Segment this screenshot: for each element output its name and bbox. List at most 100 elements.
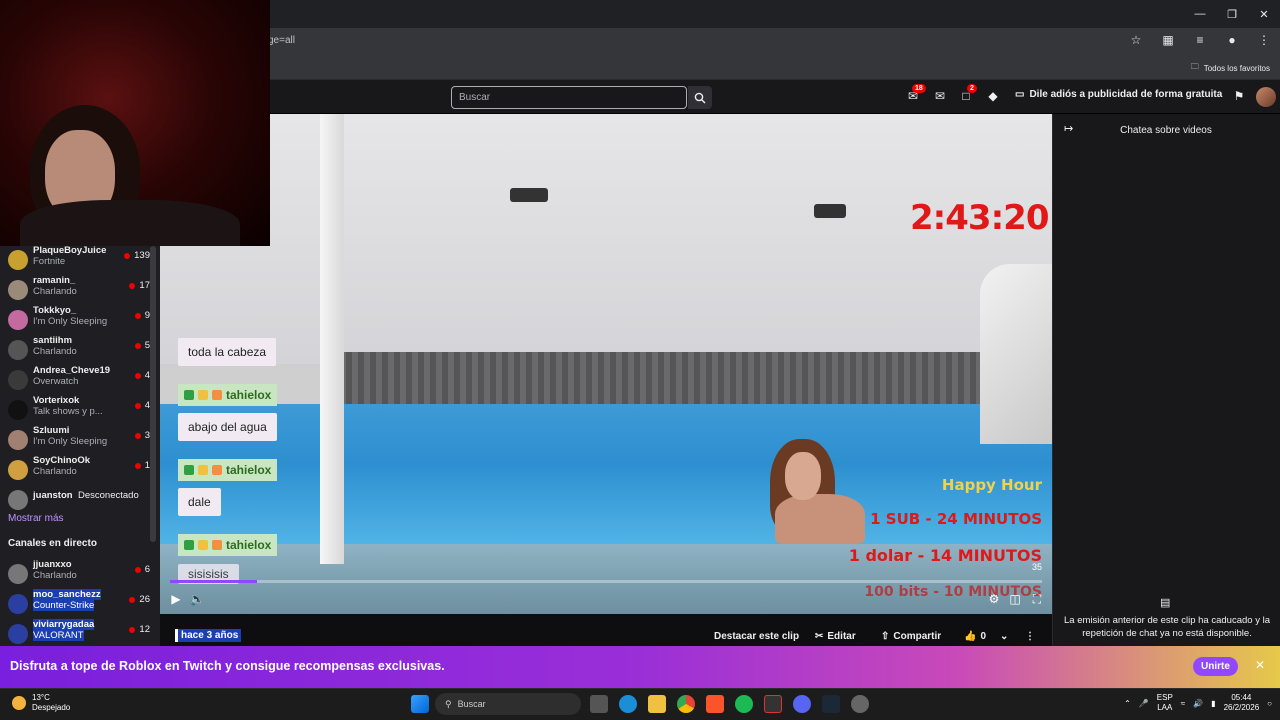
sidebar-channel[interactable]: ramanin_ Charlando 17 (0, 275, 160, 305)
extensions-icon[interactable]: ▦ (1160, 33, 1176, 47)
file-explorer-icon[interactable] (648, 695, 666, 713)
highlight-clip-button[interactable]: Destacar este clip (714, 631, 799, 642)
channel-category: Counter-Strike (33, 600, 95, 611)
wifi-icon[interactable]: ≈ (1181, 699, 1185, 708)
profile-icon[interactable]: ● (1224, 33, 1240, 47)
microphone-icon[interactable]: 🎤 (1139, 699, 1149, 708)
search-button[interactable] (688, 86, 712, 109)
video-wall (160, 114, 1052, 364)
sidebar-channel[interactable]: PlaqueBoyJuice Fortnite 139 (0, 245, 160, 275)
steam-icon[interactable] (822, 695, 840, 713)
taskbar (0, 688, 1280, 720)
chrome-icon[interactable] (677, 695, 695, 713)
restore-icon[interactable]: ❐ (1216, 0, 1248, 28)
speaker-icon[interactable]: 🔊 (1193, 699, 1203, 708)
taskbar-search-label: Buscar (457, 699, 486, 709)
sidebar-channel[interactable]: moo_sanchezz Counter-Strike 26 (0, 589, 160, 619)
minimize-icon[interactable]: — (1184, 0, 1216, 28)
progress-track[interactable] (170, 580, 1042, 583)
brave-icon[interactable] (706, 695, 724, 713)
channel-name: Szluumi (33, 425, 70, 436)
more-options-icon[interactable]: ⋮ (1025, 631, 1035, 642)
scissors-icon: ✂ (815, 631, 824, 642)
sidebar-channel-offline[interactable]: juanston Desconectado (0, 485, 160, 515)
weather-widget[interactable]: 13°C Despejado (12, 693, 70, 713)
chat-pane (1052, 114, 1280, 646)
volume-icon[interactable]: 🔈 (189, 592, 205, 608)
streaming-app-icon[interactable] (764, 695, 782, 713)
chevron-down-icon[interactable]: ⌄ (1000, 631, 1008, 642)
search-icon: ⚲ (445, 698, 452, 709)
viewer-count: 9 (135, 310, 150, 321)
channel-avatar (8, 280, 28, 300)
channel-name: santiihm (33, 335, 73, 346)
theatre-mode-icon[interactable]: ◫ (1007, 592, 1023, 608)
channel-category: Charlando (33, 570, 77, 581)
pool-water (160, 404, 1052, 554)
show-more-link[interactable]: Mostrar más (8, 513, 64, 524)
overlay-chat-user: tahielox (178, 459, 278, 481)
taskbar-search[interactable]: ⚲ Buscar (435, 693, 581, 715)
channel-category: VALORANT (33, 630, 84, 641)
channel-category: Charlando (33, 286, 77, 297)
sidebar-channel[interactable]: Szluumi I'm Only Sleeping 3 (0, 425, 160, 455)
sidebar-channel[interactable]: viviarrygadaa VALORANT 12 (0, 619, 160, 649)
all-favorites[interactable]: 🗀 Todos los favoritos (1191, 61, 1270, 75)
fullscreen-icon[interactable]: ⛶ (1029, 592, 1045, 608)
sidebar-channel[interactable]: Tokkkyo_ I'm Only Sleeping 9 (0, 305, 160, 335)
search-input[interactable]: Buscar (451, 86, 687, 109)
translate-icon[interactable]: ⚑ (1231, 89, 1247, 105)
offline-status: Desconectado (78, 490, 139, 501)
sidebar-channel[interactable]: jjuanxxo Charlando 6 (0, 559, 160, 589)
channel-avatar (8, 400, 28, 420)
sidebar-channel[interactable]: Andrea_Cheve19 Overwatch 4 (0, 365, 160, 395)
close-banner-icon[interactable]: ✕ (1255, 658, 1265, 672)
video-player[interactable]: 2:43:20 Happy Hour 1 SUB - 24 MINUTOS 1 … (160, 114, 1052, 614)
notifications-center-icon[interactable]: ○ (1267, 699, 1272, 708)
spotify-icon[interactable] (735, 695, 753, 713)
user-avatar[interactable] (1256, 87, 1276, 107)
channel-name: Tokkkyo_ (33, 305, 77, 316)
settings-icon[interactable]: ⚙ (986, 592, 1002, 608)
live-channels-header: Canales en directo (8, 538, 97, 549)
language-indicator[interactable]: ESP LAA (1157, 693, 1173, 713)
task-view-icon[interactable] (590, 695, 608, 713)
sidebar-channel[interactable]: SoyChinoOk Charlando 1 (0, 455, 160, 485)
channel-category: Fortnite (33, 256, 66, 267)
sidebar-channel[interactable]: Vorterixok Talk shows y p... 4 (0, 395, 160, 425)
sidebar-channel[interactable]: santiihm Charlando 5 (0, 335, 160, 365)
clock[interactable]: 05:44 26/2/2026 (1224, 693, 1260, 713)
channel-category: Charlando (33, 466, 77, 477)
close-icon[interactable]: ✕ (1248, 0, 1280, 28)
start-icon[interactable] (411, 695, 429, 713)
menu-icon[interactable]: ⋮ (1256, 33, 1272, 47)
edit-button[interactable]: ✂ Editar (815, 631, 856, 642)
media-icon[interactable]: ≡ (1192, 33, 1208, 47)
channel-name: Andrea_Cheve19 (33, 365, 111, 376)
chat-unavailable-note: La emisión anterior de este clip ha cadu… (1064, 615, 1270, 639)
sidebar-scrollbar[interactable] (150, 246, 156, 542)
share-button[interactable]: ⇧ Compartir (881, 631, 941, 642)
chevron-up-icon[interactable]: ⌃ (1124, 699, 1131, 708)
play-icon[interactable]: ▶ (168, 592, 184, 608)
moon-icon (12, 696, 26, 710)
app-icon[interactable] (851, 695, 869, 713)
join-button[interactable]: Unirte (1193, 657, 1238, 676)
like-button[interactable]: 👍 0 (964, 631, 986, 642)
discord-icon[interactable] (793, 695, 811, 713)
system-tray: ⌃ 🎤 ESP LAA ≈ 🔊 ▮ 05:44 26/2/2026 ○ (1124, 693, 1272, 713)
mail-icon[interactable]: ✉ (932, 89, 948, 105)
channel-name: Vorterixok (33, 395, 80, 406)
channel-avatar (8, 460, 28, 480)
viewer-count: 3 (135, 430, 150, 441)
url-text[interactable]: ge=all (268, 35, 295, 46)
star-icon[interactable]: ☆ (1128, 33, 1144, 47)
battery-icon[interactable]: ▮ (1211, 699, 1215, 708)
channel-name: moo_sanchezz (33, 589, 101, 600)
viewer-count: 4 (135, 400, 150, 411)
edge-icon[interactable] (619, 695, 637, 713)
channel-avatar (8, 370, 28, 390)
ad-free-promo[interactable]: ▭ Dile adiós a publicidad de forma gratu… (1015, 89, 1222, 100)
bits-icon[interactable]: ◆ (985, 89, 1001, 105)
channel-avatar (8, 430, 28, 450)
